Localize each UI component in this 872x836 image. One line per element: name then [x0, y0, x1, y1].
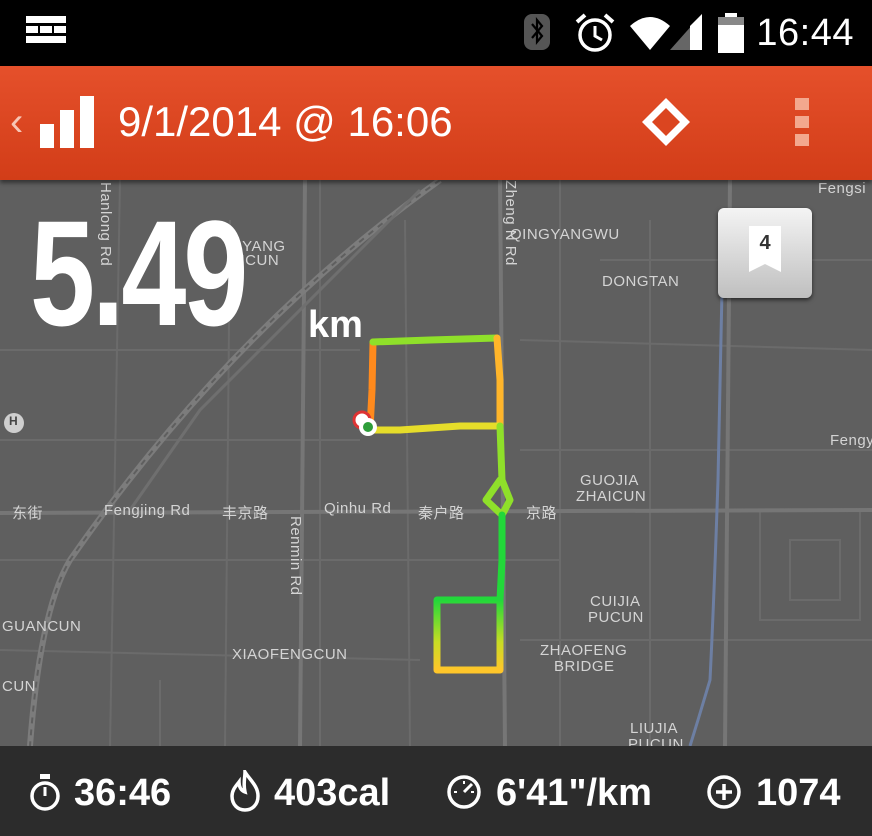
map-label-jing-cn: 京路: [526, 505, 558, 522]
map-label-fengjing-cn: 丰京路: [222, 505, 269, 522]
map-label-bridge: BRIDGE: [554, 658, 615, 675]
distance-readout: 5.49 km: [30, 189, 363, 357]
map-label-fengjing-rd: Fengjing Rd: [104, 502, 191, 519]
notification-icon: [26, 16, 66, 43]
map-label-zhaofeng: ZHAOFENG: [540, 642, 628, 659]
map-label-cun: CUN: [2, 678, 36, 695]
stat-pace-value: 6'41"/km: [496, 772, 652, 814]
action-bar: ‹ 9/1/2014 @ 16:06: [0, 66, 872, 180]
map-label-qingyangwu: QINGYANGWU: [510, 226, 620, 243]
battery-icon: [718, 13, 744, 53]
alarm-icon: [575, 13, 615, 52]
plus-circle-icon: [707, 775, 741, 809]
stat-elevation-value: 1074: [756, 772, 841, 814]
activity-title: 9/1/2014 @ 16:06: [118, 98, 453, 145]
status-bar: 16:44: [0, 0, 872, 66]
map-label-fengy: Fengy: [830, 432, 872, 449]
map-label-zheng-n-rd: Zheng N Rd: [502, 180, 519, 266]
map-label-guojia: GUOJIA: [580, 472, 639, 489]
map-label-renmin-rd: Renmin Rd: [287, 516, 304, 596]
speedometer-icon: [447, 775, 481, 809]
map-label-pucun-2: PUCUN: [628, 736, 684, 746]
diamond-route-icon[interactable]: [640, 96, 692, 148]
stats-bar: 36:46 403cal 6'41"/km 1074: [0, 746, 872, 836]
lap-badge[interactable]: 4: [718, 208, 812, 298]
stat-duration-value: 36:46: [74, 772, 172, 814]
status-clock: 16:44: [756, 12, 854, 54]
hospital-icon: H: [9, 414, 19, 428]
map-label-liujia: LIUJIA: [630, 720, 679, 737]
map-label-pucun: PUCUN: [588, 609, 644, 626]
map-label-guancun: GUANCUN: [2, 618, 82, 635]
cell-signal-icon: [670, 14, 702, 50]
distance-unit: km: [308, 304, 363, 346]
map-label-zhaicun: ZHAICUN: [576, 488, 647, 505]
distance-value: 5.49: [30, 189, 248, 357]
stopwatch-icon: [30, 774, 60, 811]
map-label-qinhu-cn: 秦户路: [418, 505, 465, 522]
route-map[interactable]: QINGYANGWU DONGTAN Fengsi Fengy GUOJIA Z…: [0, 180, 872, 746]
lap-count: 4: [759, 232, 771, 254]
chevron-left-icon[interactable]: ‹: [10, 100, 23, 145]
map-label-dongjie: 东街: [12, 505, 44, 522]
map-label-cuijia: CUIJIA: [590, 593, 641, 610]
map-label-xiaofengcun: XIAOFENGCUN: [232, 646, 348, 663]
overflow-menu-icon[interactable]: [795, 96, 809, 148]
wifi-icon: [630, 17, 670, 50]
map-label-qinhu-rd: Qinhu Rd: [324, 500, 392, 517]
flame-icon: [230, 770, 260, 812]
bar-chart-icon[interactable]: [40, 96, 102, 150]
stat-calories-value: 403cal: [274, 772, 391, 814]
bluetooth-icon: [524, 14, 550, 50]
map-label-dongtan: DONGTAN: [602, 273, 680, 290]
map-label-fengsi: Fengsi: [818, 180, 867, 197]
